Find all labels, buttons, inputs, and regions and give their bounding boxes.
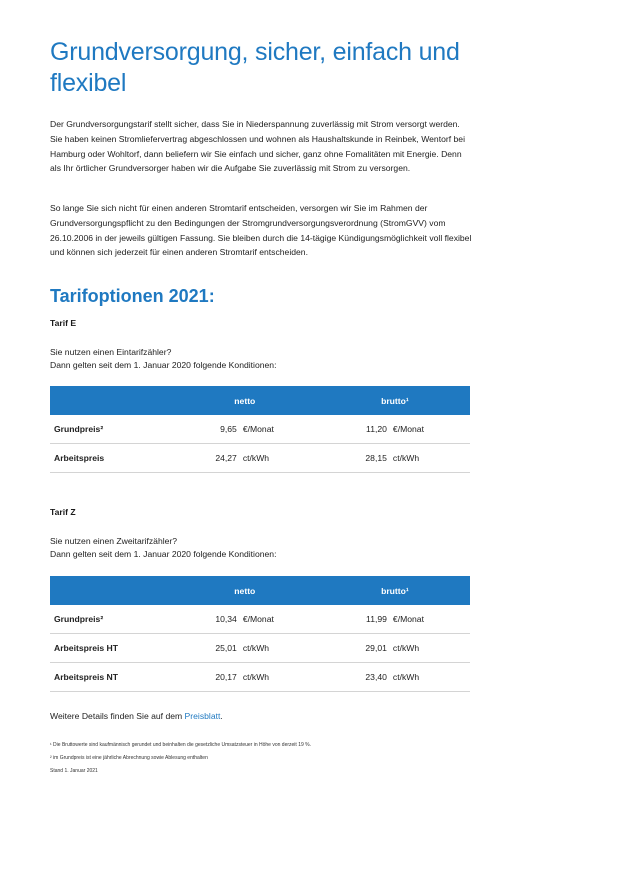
tarif-z-intro-line1: Sie nutzen einen Zweitarifzähler?: [50, 536, 178, 546]
preisblatt-link[interactable]: Preisblatt: [185, 711, 221, 721]
netto-value: 24,27: [169, 443, 243, 473]
intro-paragraph-2: So lange Sie sich nicht für einen andere…: [50, 203, 472, 258]
row-label: Grundpreis²: [50, 415, 170, 444]
brutto-unit: €/Monat: [392, 605, 470, 634]
details-suffix: .: [220, 711, 223, 721]
header-netto: netto: [169, 576, 320, 605]
tariff-options-heading: Tarifoptionen 2021:: [50, 286, 215, 306]
row-label: Grundpreis²: [50, 605, 170, 634]
table-header-row: netto brutto¹: [50, 386, 470, 415]
netto-unit: ct/kWh: [242, 662, 320, 692]
footnote-date: Stand 1. Januar 2021: [50, 768, 98, 774]
brutto-unit: ct/kWh: [392, 633, 470, 663]
table-row: Arbeitspreis NT 20,17 ct/kWh 23,40 ct/kW…: [50, 662, 470, 692]
netto-value: 9,65: [169, 415, 243, 444]
tarif-e-intro: Sie nutzen einen Eintarifzähler? Dann ge…: [50, 346, 276, 372]
table-header-row: netto brutto¹: [50, 576, 470, 605]
tarif-e-intro-line2: Dann gelten seit dem 1. Januar 2020 folg…: [50, 360, 277, 370]
page-title: Grundversorgung, sicher, einfach und fle…: [50, 38, 460, 97]
table-row: Grundpreis² 9,65 €/Monat 11,20 €/Monat: [50, 415, 470, 444]
table-row: Grundpreis² 10,34 €/Monat 11,99 €/Monat: [50, 605, 470, 634]
brutto-unit: ct/kWh: [392, 662, 470, 692]
tarif-z-table: netto brutto¹ Grundpreis² 10,34 €/Monat …: [50, 576, 470, 692]
netto-unit: €/Monat: [242, 605, 320, 634]
footnote-2: ² im Grundpreis ist eine jährliche Abrec…: [50, 755, 208, 761]
netto-unit: €/Monat: [242, 415, 320, 444]
details-text: Weitere Details finden Sie auf dem Preis…: [50, 711, 223, 721]
netto-unit: ct/kWh: [242, 633, 320, 663]
row-label: Arbeitspreis HT: [50, 633, 170, 663]
brutto-unit: ct/kWh: [392, 443, 470, 473]
details-prefix: Weitere Details finden Sie auf dem: [50, 711, 185, 721]
header-label-cell: [50, 386, 170, 415]
brutto-value: 23,40: [319, 662, 393, 692]
table-row: Arbeitspreis 24,27 ct/kWh 28,15 ct/kWh: [50, 443, 470, 473]
brutto-value: 11,99: [319, 605, 393, 634]
tarif-z-intro-line2: Dann gelten seit dem 1. Januar 2020 folg…: [50, 549, 277, 559]
table-row: Arbeitspreis HT 25,01 ct/kWh 29,01 ct/kW…: [50, 633, 470, 663]
header-label-cell: [50, 576, 170, 605]
netto-value: 10,34: [169, 605, 243, 634]
tarif-e-intro-line1: Sie nutzen einen Eintarifzähler?: [50, 347, 172, 357]
row-label: Arbeitspreis NT: [50, 662, 170, 692]
row-label: Arbeitspreis: [50, 443, 170, 473]
header-netto: netto: [169, 386, 320, 415]
footnote-1: ¹ Die Bruttowerte sind kaufmännisch geru…: [50, 742, 311, 748]
header-brutto: brutto¹: [319, 386, 470, 415]
netto-value: 25,01: [169, 633, 243, 663]
tarif-e-title: Tarif E: [50, 318, 77, 328]
tarif-z-title: Tarif Z: [50, 507, 76, 517]
brutto-value: 11,20: [319, 415, 393, 444]
brutto-unit: €/Monat: [392, 415, 470, 444]
header-brutto: brutto¹: [319, 576, 470, 605]
tarif-z-intro: Sie nutzen einen Zweitarifzähler? Dann g…: [50, 535, 276, 561]
brutto-value: 28,15: [319, 443, 393, 473]
netto-value: 20,17: [169, 662, 243, 692]
brutto-value: 29,01: [319, 633, 393, 663]
tarif-e-table: netto brutto¹ Grundpreis² 9,65 €/Monat 1…: [50, 386, 470, 473]
netto-unit: ct/kWh: [242, 443, 320, 473]
intro-paragraph-1: Der Grundversorgungstarif stellt sicher,…: [50, 119, 465, 174]
